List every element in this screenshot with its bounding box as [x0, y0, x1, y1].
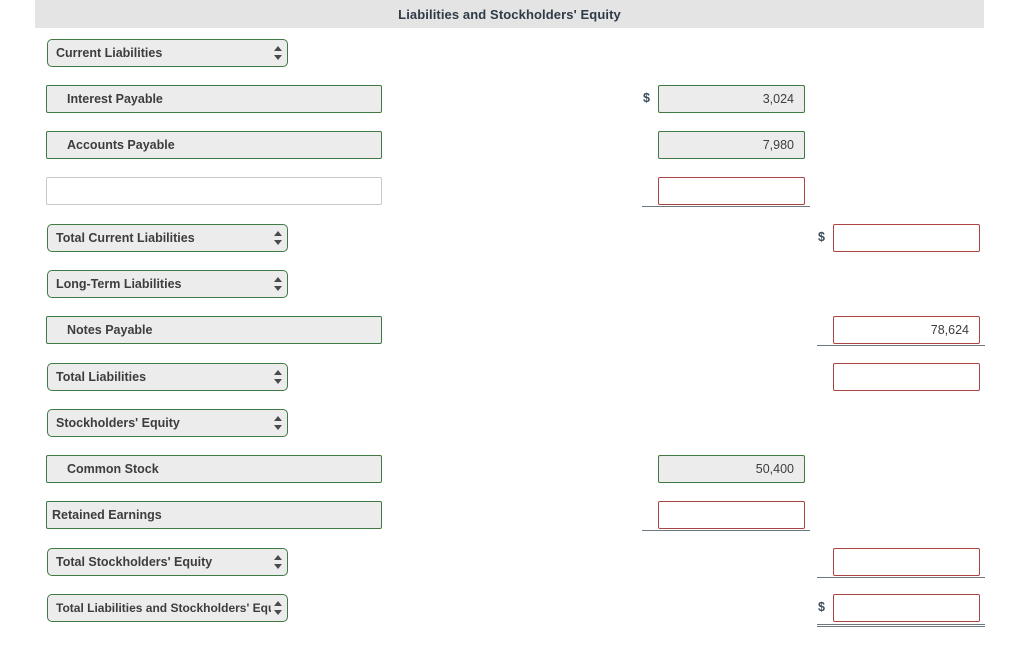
row-total-current-liabilities: Total Current Liabilities $ — [0, 224, 1024, 264]
chevron-updown-icon — [274, 554, 283, 570]
page-title: Liabilities and Stockholders' Equity — [398, 6, 621, 22]
grand-total-double-rule — [817, 624, 985, 627]
row-stockholders-equity-heading: Stockholders' Equity — [0, 409, 1024, 449]
chevron-updown-icon — [274, 415, 283, 431]
row-interest-payable: Interest Payable $ 3,024 — [0, 85, 1024, 125]
currency-symbol-grand-total: $ — [818, 600, 825, 614]
select-label: Total Liabilities and Stockholders' Equi… — [56, 601, 271, 615]
input-account-label-notes-payable[interactable]: Notes Payable — [46, 316, 382, 344]
input-amount-total-liabilities[interactable] — [833, 363, 980, 391]
row-current-liabilities: Current Liabilities — [0, 39, 1024, 79]
row-notes-payable: Notes Payable 78,624 — [0, 316, 1024, 356]
select-total-stockholders-equity[interactable]: Total Stockholders' Equity — [47, 548, 288, 576]
subtotal-rule-stockholders-equity — [642, 530, 810, 531]
select-label: Total Stockholders' Equity — [56, 555, 213, 569]
select-total-liabilities-and-stockholders-equity[interactable]: Total Liabilities and Stockholders' Equi… — [47, 594, 288, 622]
subtotal-rule-long-term-liabilities — [817, 345, 985, 346]
section-header: Liabilities and Stockholders' Equity — [35, 0, 984, 28]
select-section-long-term-liabilities[interactable]: Long-Term Liabilities — [47, 270, 288, 298]
select-label: Stockholders' Equity — [56, 416, 180, 430]
row-retained-earnings: Retained Earnings — [0, 501, 1024, 541]
select-total-current-liabilities[interactable]: Total Current Liabilities — [47, 224, 288, 252]
select-label: Long-Term Liabilities — [56, 277, 182, 291]
input-amount-accounts-payable[interactable]: 7,980 — [658, 131, 805, 159]
input-amount-interest-payable[interactable]: 3,024 — [658, 85, 805, 113]
input-amount-blank[interactable] — [658, 177, 805, 205]
chevron-updown-icon — [274, 276, 283, 292]
select-label: Total Liabilities — [56, 370, 147, 384]
input-account-label-blank[interactable] — [46, 177, 382, 205]
row-accounts-payable: Accounts Payable 7,980 — [0, 131, 1024, 171]
currency-symbol-interest-payable: $ — [643, 91, 650, 105]
subtotal-rule-total-stockholders-equity — [817, 577, 985, 578]
input-account-label-interest-payable[interactable]: Interest Payable — [46, 85, 382, 113]
select-label: Current Liabilities — [56, 46, 163, 60]
select-label: Total Current Liabilities — [56, 231, 195, 245]
input-amount-total-liabilities-and-stockholders-equity[interactable] — [833, 594, 980, 622]
chevron-updown-icon — [274, 45, 283, 61]
input-account-label-retained-earnings[interactable]: Retained Earnings — [46, 501, 382, 529]
row-total-stockholders-equity: Total Stockholders' Equity — [0, 548, 1024, 588]
row-long-term-liabilities: Long-Term Liabilities — [0, 270, 1024, 310]
subtotal-rule-current-liabilities — [642, 206, 810, 207]
balance-sheet-liabilities-equity-form: Liabilities and Stockholders' Equity Cur… — [0, 0, 1024, 649]
chevron-updown-icon — [274, 600, 283, 616]
input-amount-notes-payable[interactable]: 78,624 — [833, 316, 980, 344]
chevron-updown-icon — [274, 369, 283, 385]
currency-symbol-total-current-liabilities: $ — [818, 230, 825, 244]
row-blank-entry — [0, 177, 1024, 217]
row-total-liabilities-and-stockholders-equity: Total Liabilities and Stockholders' Equi… — [0, 594, 1024, 634]
select-section-current-liabilities[interactable]: Current Liabilities — [47, 39, 288, 67]
input-account-label-common-stock[interactable]: Common Stock — [46, 455, 382, 483]
row-total-liabilities: Total Liabilities — [0, 363, 1024, 403]
input-amount-retained-earnings[interactable] — [658, 501, 805, 529]
select-section-stockholders-equity[interactable]: Stockholders' Equity — [47, 409, 288, 437]
input-amount-common-stock[interactable]: 50,400 — [658, 455, 805, 483]
input-amount-total-stockholders-equity[interactable] — [833, 548, 980, 576]
input-account-label-accounts-payable[interactable]: Accounts Payable — [46, 131, 382, 159]
select-total-liabilities[interactable]: Total Liabilities — [47, 363, 288, 391]
chevron-updown-icon — [274, 230, 283, 246]
input-amount-total-current-liabilities[interactable] — [833, 224, 980, 252]
row-common-stock: Common Stock 50,400 — [0, 455, 1024, 495]
